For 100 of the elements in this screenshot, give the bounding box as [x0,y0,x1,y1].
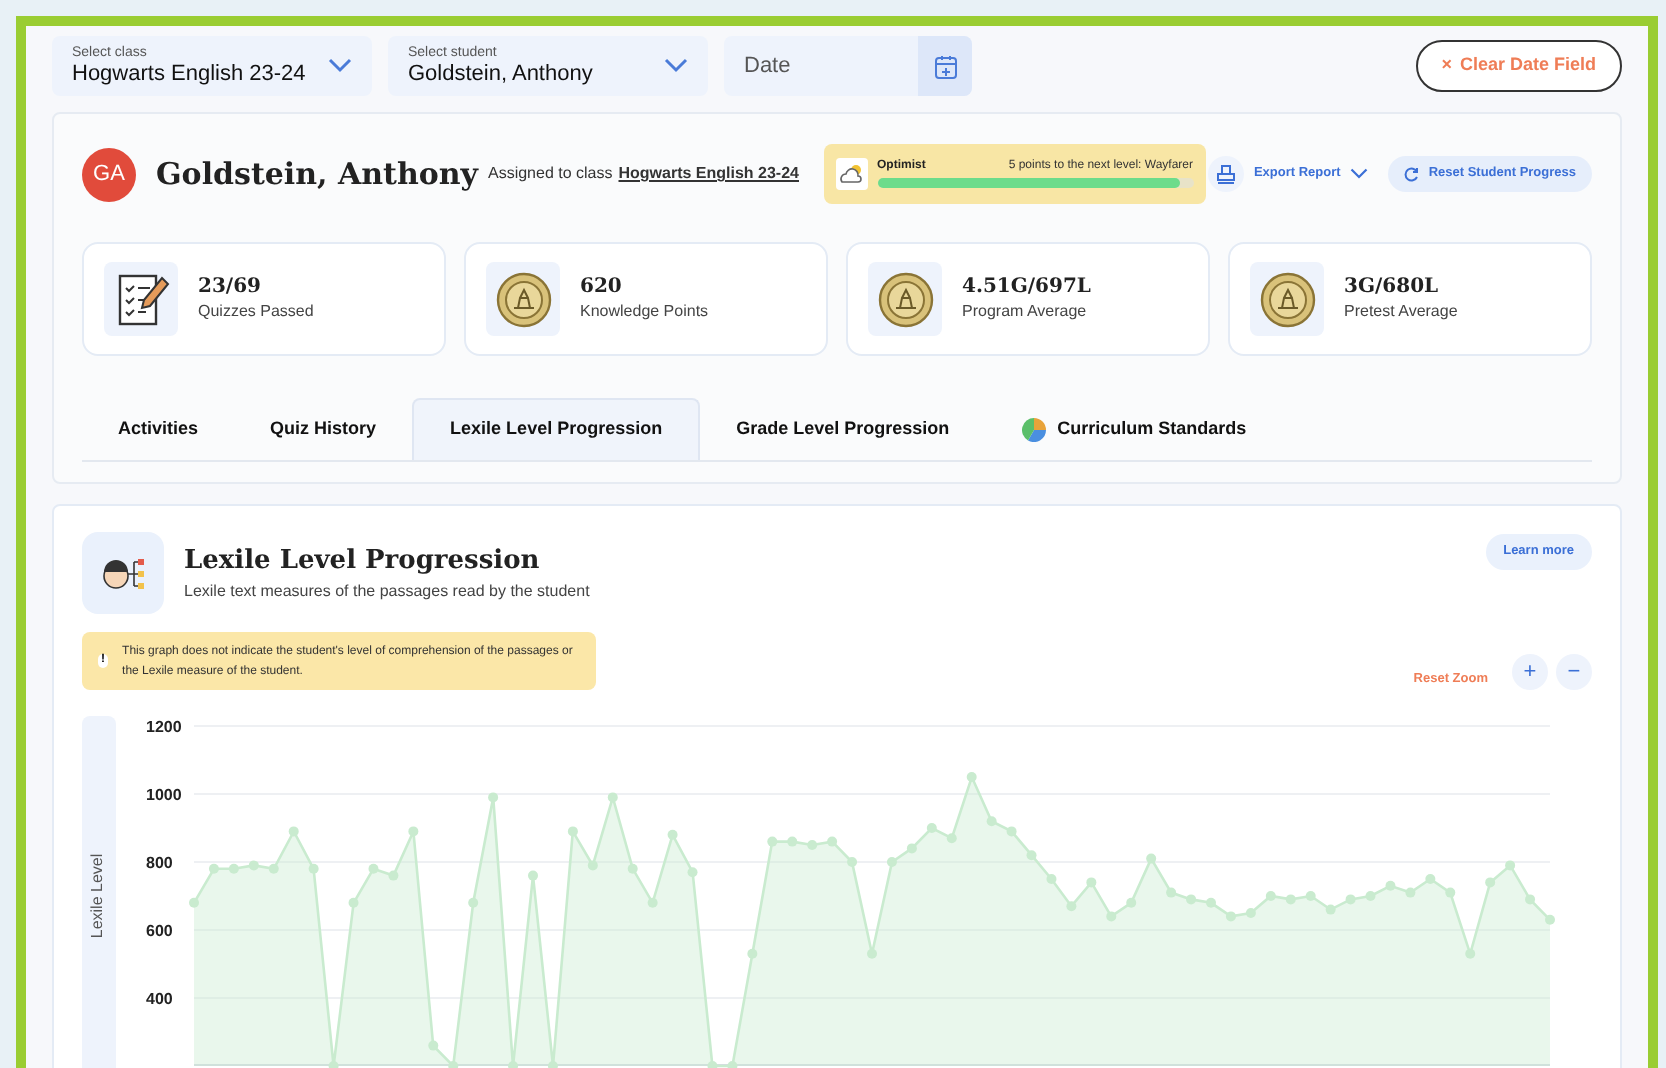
data-point [1285,894,1296,905]
y-tick-label: 600 [146,922,173,940]
data-point [1026,850,1037,861]
data-point [428,1040,439,1051]
data-point [946,833,957,844]
y-tick-label: 1200 [146,718,182,736]
data-point [1126,897,1137,908]
data-point [208,863,219,874]
tab[interactable]: Quiz History [234,398,413,460]
data-point [1166,887,1177,898]
data-point [986,816,997,827]
y-tick-label: 400 [146,990,173,1008]
data-point [1365,891,1376,901]
tab[interactable]: Grade Level Progression [700,398,986,460]
assigned-label: Assigned to class [487,162,613,186]
printer-icon [1215,164,1236,184]
cloud-sun-icon [835,158,867,190]
data-point [607,792,618,803]
data-point [1385,880,1396,891]
data-point [1146,853,1157,864]
chevron-down-icon [1350,168,1369,180]
data-point [1465,948,1476,959]
data-point [1405,887,1416,898]
select-value: Goldstein, Anthony [408,64,593,86]
data-point [1006,826,1017,837]
data-point [1545,914,1555,925]
tab[interactable]: Curriculum Standards [985,398,1283,460]
data-point [1425,874,1436,884]
data-point [1485,877,1496,888]
data-point [1086,877,1097,888]
data-point [867,948,877,959]
data-point [587,860,598,871]
data-point [308,863,319,874]
data-point [248,860,259,871]
data-point [1106,911,1117,922]
data-point [1325,904,1336,915]
data-point [1445,887,1456,898]
refresh-icon [1404,166,1421,182]
child-reader-icon [99,553,147,593]
data-point [687,867,698,878]
data-point [847,857,858,867]
chevron-down-icon [328,58,352,74]
date-field[interactable]: Date [724,36,972,96]
stat-label: Program Average [962,301,1089,322]
data-point [1066,901,1077,912]
data-point [1525,894,1536,905]
stat-value: 4.51G/697L [962,276,1091,302]
stat-label: Pretest Average [1344,301,1458,322]
data-point [408,826,419,837]
data-point [388,870,399,881]
stat-value: 23/69 [198,276,263,302]
data-point [727,1061,738,1068]
data-point [1345,894,1356,905]
data-point [627,863,638,874]
stat-label: Quizzes Passed [198,301,314,322]
data-point [926,823,937,833]
data-point [906,843,917,854]
data-point [707,1061,718,1068]
stat-label: Knowledge Points [580,301,709,322]
avatar: GA [82,147,136,201]
calendar-button[interactable] [918,36,972,96]
data-point [1305,891,1316,901]
y-axis-title: Lexile Level [87,853,109,939]
data-point [1206,897,1216,908]
data-point [1505,860,1516,871]
calendar-icon [933,53,957,79]
data-point [288,826,299,837]
data-point [1245,908,1256,918]
data-point [787,836,798,847]
zoom-in-button[interactable]: + [1512,654,1548,690]
data-point [1186,894,1197,905]
y-tick-label: 1000 [146,786,182,804]
data-point [268,863,279,874]
data-point [488,792,499,803]
data-point [448,1061,459,1068]
tab[interactable]: Activities [82,398,235,460]
data-point [528,870,538,881]
panel-subtitle: Lexile text measures of the passages read by the student [184,580,590,605]
data-point [886,857,897,867]
data-point [228,863,239,874]
data-point [966,772,977,782]
class-link[interactable]: Hogwarts English 23-24 [618,162,799,186]
data-point [1265,891,1276,901]
y-tick-label: 800 [146,854,173,872]
stat-value: 3G/680L [1344,276,1441,302]
data-point [1046,874,1057,884]
panel-title: Lexile Level Progression [184,543,542,580]
pie-chart-icon [1021,417,1046,441]
stat-value: 620 [580,276,624,302]
data-point [767,836,778,847]
data-point [368,863,379,874]
data-point [807,840,818,850]
zoom-out-button[interactable]: − [1556,654,1592,690]
data-point [747,948,758,959]
student-name: Goldstein, Anthony [156,153,478,196]
date-input[interactable]: Date [724,49,904,83]
chevron-down-icon [664,58,688,74]
tab[interactable]: Lexile Level Progression [412,398,701,460]
data-point [667,829,678,840]
data-point [348,897,359,908]
